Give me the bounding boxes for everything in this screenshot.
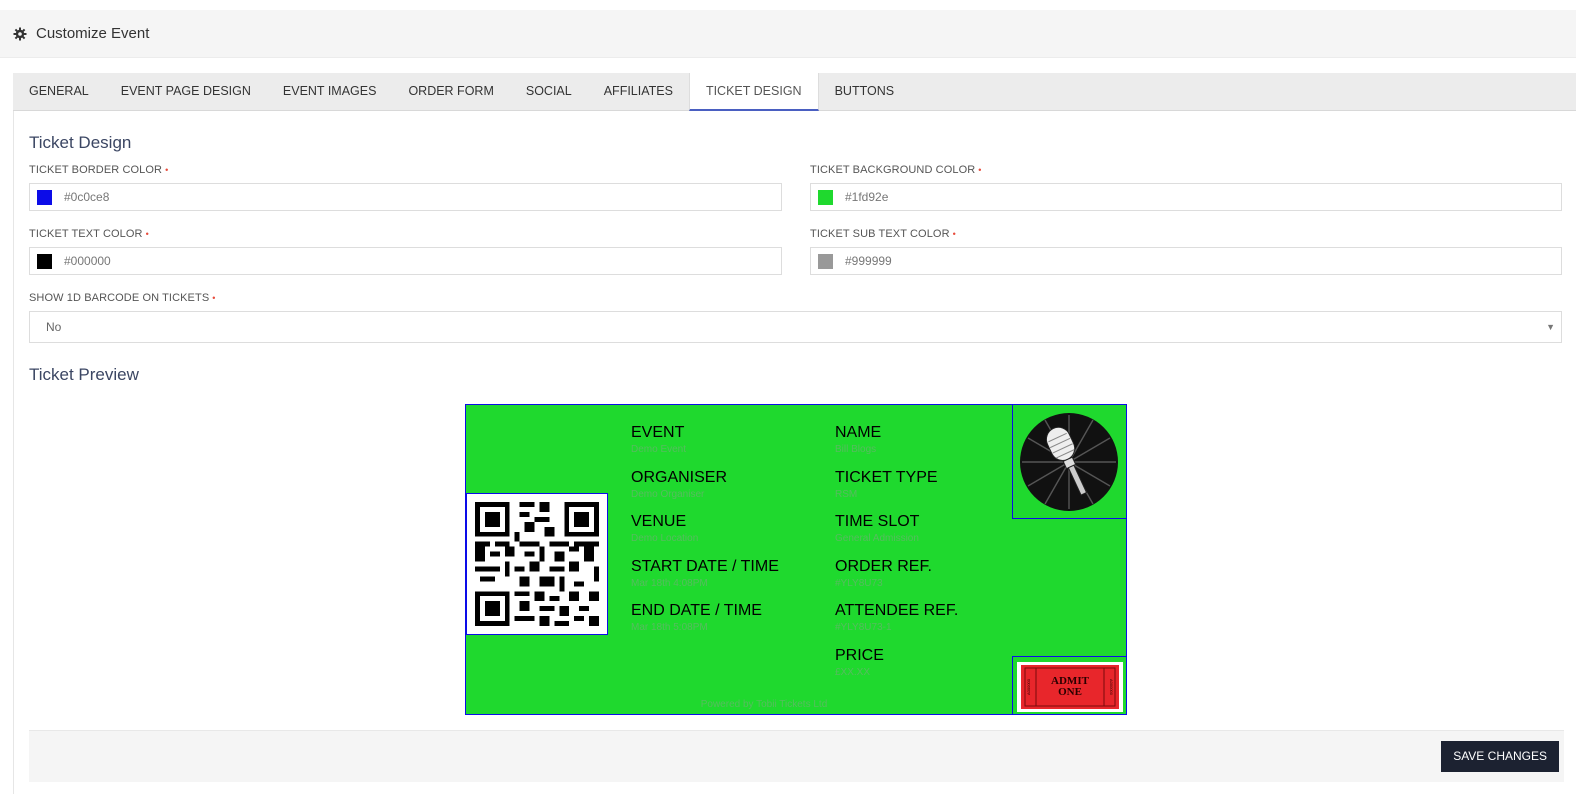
- text-color-swatch[interactable]: [37, 253, 52, 269]
- tab-general[interactable]: GENERAL: [13, 73, 105, 111]
- text-color-label: TICKET TEXT COLOR •: [29, 228, 149, 240]
- tab-buttons[interactable]: BUTTONS: [819, 73, 911, 111]
- border-color-label: TICKET BORDER COLOR •: [29, 164, 169, 176]
- panel-header: Customize Event: [0, 10, 1576, 58]
- section-heading-ticket-preview: Ticket Preview: [29, 365, 139, 384]
- sub-text-color-value: #999999: [845, 254, 892, 268]
- tab-bar: GENERAL EVENT PAGE DESIGN EVENT IMAGES O…: [13, 73, 1576, 111]
- tab-event-images[interactable]: EVENT IMAGES: [267, 73, 393, 111]
- gear-icon: [13, 27, 27, 41]
- page-title: Customize Event: [36, 25, 150, 42]
- microphone-logo-icon: [1020, 413, 1118, 511]
- border-color-input[interactable]: #0c0ce8: [29, 183, 782, 211]
- tab-affiliates[interactable]: AFFILIATES: [588, 73, 689, 111]
- text-color-value: #000000: [64, 254, 111, 268]
- sub-text-color-swatch[interactable]: [818, 253, 833, 269]
- tab-event-page-design[interactable]: EVENT PAGE DESIGN: [105, 73, 267, 111]
- powered-by-text: Powered by Tobii Tickets Ltd: [700, 699, 828, 710]
- ticket-field: TICKET TYPE RSM: [835, 468, 938, 500]
- ticket-field: PRICE £XX.XX: [835, 646, 884, 678]
- background-color-swatch[interactable]: [818, 189, 833, 205]
- svg-text:ONE: ONE: [1058, 686, 1082, 698]
- svg-text:A000000: A000000: [1026, 678, 1031, 695]
- background-color-value: #1fd92e: [845, 190, 889, 204]
- svg-text:A000000: A000000: [1109, 679, 1114, 696]
- barcode-label: SHOW 1D BARCODE ON TICKETS •: [29, 292, 216, 304]
- ticket-field: VENUE Demo Location: [631, 513, 699, 544]
- tab-content: Ticket Design TICKET BORDER COLOR • #0c0c…: [13, 111, 1576, 794]
- section-heading-ticket-design: Ticket Design: [29, 133, 132, 152]
- ticket-field: TIME SLOT General Admission: [835, 513, 920, 544]
- ticket-left-column: EVENT Demo Event ORGANISER Demo Organiser …: [631, 423, 779, 646]
- barcode-select[interactable]: No ▼: [29, 311, 1562, 343]
- sub-text-color-label: TICKET SUB TEXT COLOR •: [810, 228, 956, 240]
- sub-text-color-input[interactable]: #999999: [810, 247, 1562, 275]
- tab-order-form[interactable]: ORDER FORM: [392, 73, 509, 111]
- tab-social[interactable]: SOCIAL: [510, 73, 588, 111]
- form-footer: SAVE CHANGES: [29, 730, 1564, 782]
- required-marker: •: [978, 165, 982, 175]
- caret-down-icon: ▼: [1546, 322, 1555, 332]
- ticket-field: NAME Bill Blogs: [835, 424, 882, 455]
- required-marker: •: [952, 229, 956, 239]
- ticket-field: START DATE / TIME Mar 18th 4:08PM: [631, 557, 779, 589]
- background-color-input[interactable]: #1fd92e: [810, 183, 1562, 211]
- border-color-swatch[interactable]: [37, 189, 52, 205]
- ticket-field: END DATE / TIME Mar 18th 5:08PM: [631, 602, 762, 633]
- qr-code: [466, 493, 608, 635]
- tab-ticket-design[interactable]: TICKET DESIGN: [688, 73, 819, 111]
- text-color-input[interactable]: #000000: [29, 247, 782, 275]
- ticket-field: ATTENDEE REF. #YLY8U73-1: [835, 602, 959, 633]
- required-marker: •: [145, 229, 149, 239]
- required-marker: •: [212, 293, 216, 303]
- save-changes-button[interactable]: SAVE CHANGES: [1441, 741, 1559, 772]
- background-color-label: TICKET BACKGROUND COLOR •: [810, 164, 982, 176]
- border-color-value: #0c0ce8: [64, 190, 110, 204]
- barcode-select-value: No: [46, 320, 62, 334]
- ticket-field: ORDER REF. #YLY8U73: [835, 557, 932, 589]
- required-marker: •: [165, 165, 169, 175]
- ticket-right-column: NAME Bill Blogs TICKET TYPE RSM TIME SLOT G…: [835, 423, 958, 690]
- ticket-preview: EVENT Demo Event ORGANISER Demo Organiser …: [465, 404, 1127, 715]
- ticket-field: ORGANISER Demo Organiser: [631, 468, 728, 500]
- event-logo: [1012, 405, 1126, 519]
- ticket-field: EVENT Demo Event: [631, 424, 687, 455]
